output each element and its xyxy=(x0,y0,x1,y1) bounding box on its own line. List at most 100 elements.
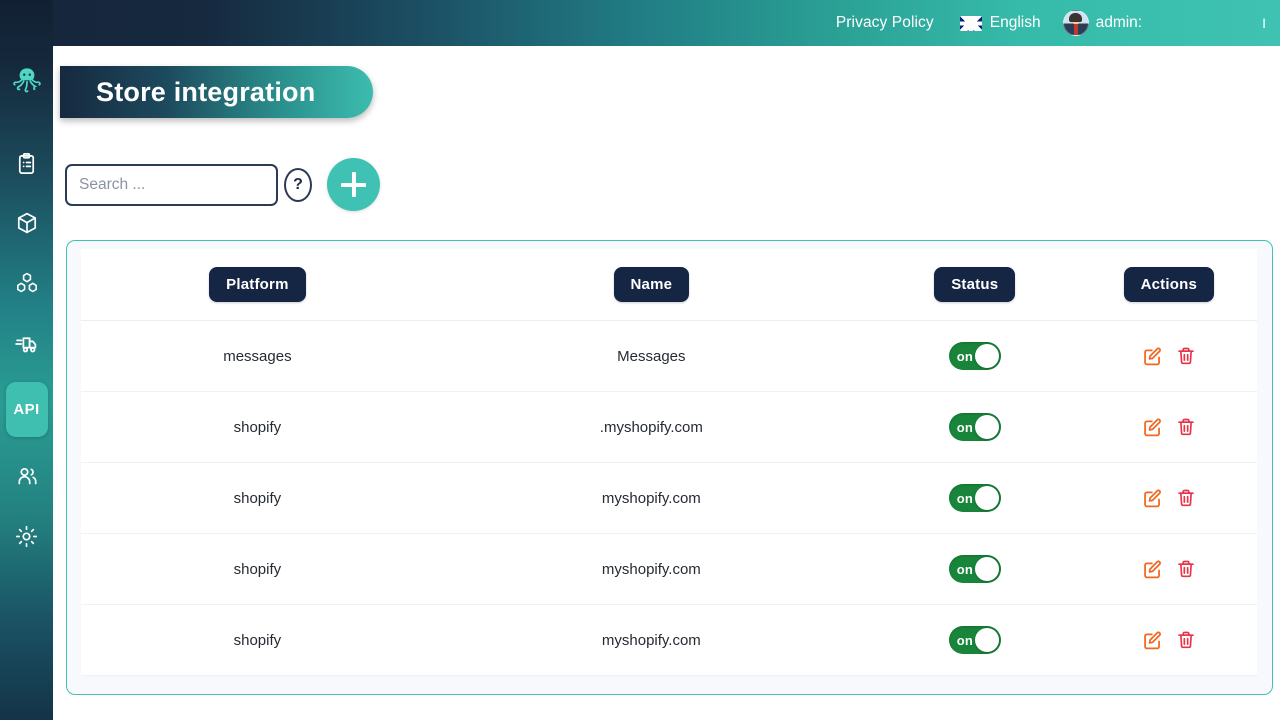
integrations-card: Platform Name Status Actions messages Me… xyxy=(66,240,1273,695)
status-toggle[interactable]: on xyxy=(948,484,1001,512)
cell-actions xyxy=(1080,533,1257,605)
sidebar-item-label: API xyxy=(13,401,40,418)
cell-name: Messages xyxy=(433,320,869,392)
cell-actions xyxy=(1080,391,1257,463)
app-root: Privacy Policy English admin: I API Stor… xyxy=(0,0,1280,720)
user-label: admin: xyxy=(1095,14,1143,31)
name-value: myshopify.com xyxy=(601,489,701,507)
platform-value: shopify xyxy=(233,560,282,578)
uk-flag-icon xyxy=(959,15,982,31)
column-header-status: Status xyxy=(868,249,1081,321)
table-row: messages Messages on xyxy=(81,320,1257,392)
cell-name: myshopify.com xyxy=(433,533,869,605)
table-row: shopify myshopify.com on xyxy=(81,533,1257,605)
delete-button[interactable] xyxy=(1176,559,1196,579)
cell-status: on xyxy=(868,462,1081,534)
cell-name: myshopify.com xyxy=(433,604,869,676)
trash-icon xyxy=(1177,560,1194,578)
table-row: shopify myshopify.com on xyxy=(81,604,1257,676)
table-header: Platform Name Status Actions xyxy=(81,249,1257,321)
topbar-tail-mark: I xyxy=(1262,15,1266,31)
sidebar-item-shipping[interactable] xyxy=(6,322,48,364)
status-toggle-knob xyxy=(974,344,999,368)
delete-button[interactable] xyxy=(1176,630,1196,650)
gear-icon xyxy=(15,525,38,547)
clipboard-icon xyxy=(18,152,35,174)
sidebar-nav: API xyxy=(0,142,53,557)
edit-button[interactable] xyxy=(1142,630,1163,651)
platform-value: shopify xyxy=(233,631,282,649)
status-toggle-knob xyxy=(974,557,999,581)
users-icon xyxy=(17,467,37,485)
top-bar: Privacy Policy English admin: I xyxy=(0,0,1280,46)
edit-button[interactable] xyxy=(1142,346,1163,367)
edit-button[interactable] xyxy=(1142,559,1163,580)
name-value: myshopify.com xyxy=(601,560,701,578)
status-toggle-knob xyxy=(974,628,999,652)
name-value: myshopify.com xyxy=(601,631,701,649)
trash-icon xyxy=(1177,418,1194,436)
user-menu[interactable]: admin: I xyxy=(1062,10,1266,36)
platform-value: shopify xyxy=(233,489,282,507)
column-header-actions: Actions xyxy=(1080,249,1257,321)
cell-name: myshopify.com xyxy=(433,462,869,534)
status-toggle[interactable]: on xyxy=(948,342,1001,370)
cell-status: on xyxy=(868,533,1081,605)
status-toggle[interactable]: on xyxy=(948,555,1001,583)
delete-button[interactable] xyxy=(1176,417,1196,437)
main-content: Store integration ? Platform xyxy=(53,46,1280,720)
table-body: messages Messages on shopify .myshopify.… xyxy=(81,320,1257,676)
trash-icon xyxy=(1177,489,1194,507)
edit-button[interactable] xyxy=(1142,417,1163,438)
language-label: English xyxy=(989,14,1041,31)
edit-icon xyxy=(1143,489,1161,507)
cell-platform: shopify xyxy=(81,604,434,676)
status-toggle-label: on xyxy=(956,632,974,648)
boxes-stack-icon xyxy=(16,272,37,293)
status-toggle-label: on xyxy=(956,561,974,577)
delete-button[interactable] xyxy=(1176,346,1196,366)
toolbar: ? xyxy=(65,158,380,211)
sidebar-item-orders[interactable] xyxy=(6,142,48,184)
cell-status: on xyxy=(868,320,1081,392)
sidebar-item-users[interactable] xyxy=(6,455,48,497)
cell-platform: shopify xyxy=(81,462,434,534)
cell-name: .myshopify.com xyxy=(433,391,869,463)
edit-icon xyxy=(1143,418,1161,436)
sidebar-item-api[interactable]: API xyxy=(5,382,48,437)
trash-icon xyxy=(1177,347,1194,365)
table-row: shopify myshopify.com on xyxy=(81,462,1257,534)
search-input[interactable] xyxy=(65,163,278,206)
row-actions xyxy=(1081,417,1257,438)
column-header-name-chip[interactable]: Name xyxy=(613,267,690,302)
app-logo[interactable] xyxy=(0,52,53,108)
language-selector[interactable]: English xyxy=(959,14,1041,32)
column-header-platform-chip[interactable]: Platform xyxy=(209,267,306,302)
name-value: Messages xyxy=(617,347,686,365)
column-header-actions-chip[interactable]: Actions xyxy=(1123,267,1214,302)
row-actions xyxy=(1081,488,1257,509)
status-toggle[interactable]: on xyxy=(948,413,1001,441)
cell-actions xyxy=(1080,320,1257,392)
help-button[interactable]: ? xyxy=(284,167,312,202)
column-header-platform: Platform xyxy=(81,249,434,321)
status-toggle[interactable]: on xyxy=(948,626,1001,654)
cell-actions xyxy=(1080,604,1257,676)
privacy-policy-link[interactable]: Privacy Policy xyxy=(836,14,934,32)
sidebar-item-inventory[interactable] xyxy=(6,262,48,304)
sidebar-item-products[interactable] xyxy=(6,202,48,244)
delete-button[interactable] xyxy=(1176,488,1196,508)
row-actions xyxy=(1081,346,1257,367)
delivery-truck-icon xyxy=(15,336,37,352)
add-integration-button[interactable] xyxy=(327,158,380,211)
user-name-value xyxy=(1142,16,1262,30)
table-row: shopify .myshopify.com on xyxy=(81,391,1257,463)
octopus-logo-icon xyxy=(12,68,41,93)
sidebar-item-settings[interactable] xyxy=(6,515,48,557)
avatar xyxy=(1062,10,1089,36)
column-header-status-chip[interactable]: Status xyxy=(934,267,1016,302)
edit-button[interactable] xyxy=(1142,488,1163,509)
cell-status: on xyxy=(868,604,1081,676)
name-value: .myshopify.com xyxy=(599,418,703,436)
table-header-row: Platform Name Status Actions xyxy=(81,249,1257,321)
